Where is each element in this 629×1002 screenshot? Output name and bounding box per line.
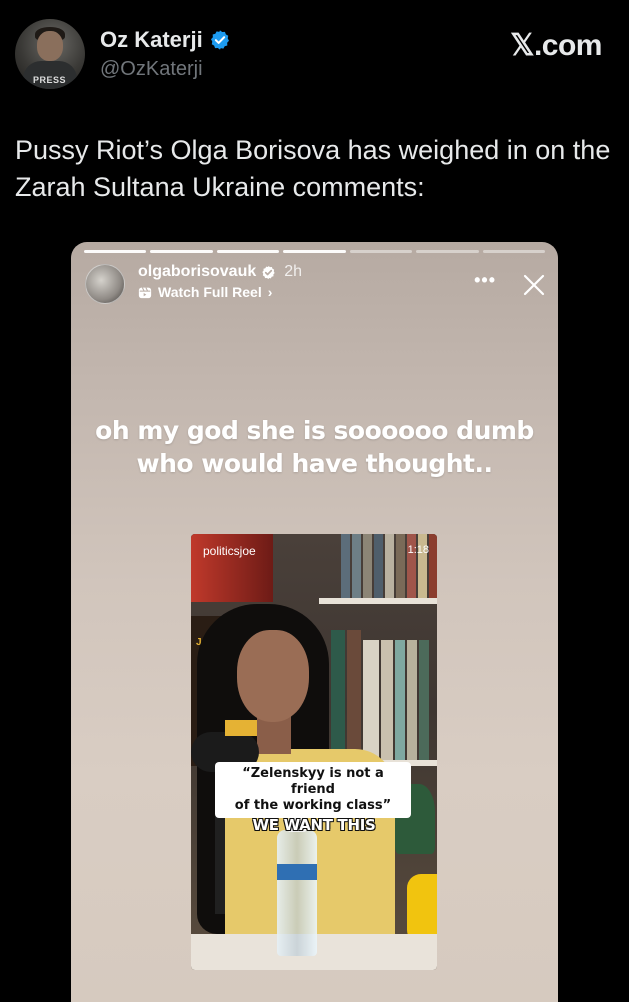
quote-caption: “Zelenskyy is not a friend of the workin… (215, 762, 411, 818)
embedded-video[interactable]: JOE politicsjoe 1:18 “Zelenskyy is not a… (191, 534, 437, 970)
avatar-press-badge: PRESS (33, 75, 67, 85)
progress-segment (150, 250, 213, 253)
speaker-face (237, 630, 309, 722)
video-source-handle: politicsjoe (203, 544, 256, 558)
progress-segment (216, 250, 280, 253)
author-display-name[interactable]: Oz Katerji (100, 27, 203, 53)
video-duration: 1:18 (407, 544, 429, 556)
story-caption-line: who would have thought.. (136, 449, 494, 478)
quote-line: of the working class” (234, 798, 392, 813)
author-handle[interactable]: @OzKaterji (100, 58, 203, 81)
story-progress-bar (84, 250, 545, 253)
reel-icon (138, 287, 152, 299)
story-username[interactable]: olgaborisovauk (138, 263, 256, 281)
more-dots-icon[interactable]: ••• (474, 270, 496, 291)
site-logo: 𝕏.com (510, 29, 602, 62)
progress-segment (84, 250, 147, 253)
tweet-text: Pussy Riot’s Olga Borisova has weighed i… (15, 132, 620, 206)
tweet-text-line: Pussy Riot’s Olga Borisova has weighed i… (15, 135, 611, 165)
progress-segment (482, 250, 545, 253)
shelf-board (319, 598, 437, 604)
close-icon[interactable] (522, 273, 546, 297)
chevron-right-icon: › (267, 284, 273, 300)
story-caption-line: oh my god she is soooooo dumb (95, 416, 534, 445)
story-avatar[interactable] (85, 264, 125, 304)
author-avatar[interactable]: PRESS (15, 19, 85, 89)
story-timestamp: 2h (284, 263, 303, 280)
avatar-face (37, 31, 63, 61)
water-bottle (277, 830, 317, 956)
tweet-text-line: Zarah Sultana Ukraine comments: (15, 172, 425, 202)
embedded-story-image[interactable]: olgaborisovauk 2h Watch Full Reel › ••• … (71, 242, 558, 1002)
bookshelf-bottom (331, 630, 429, 760)
water-bottle-label (277, 864, 317, 880)
progress-segment (416, 250, 479, 253)
author-name-row: Oz Katerji (100, 27, 231, 53)
story-verified-icon (262, 265, 275, 279)
progress-segment (283, 250, 346, 253)
verified-badge-icon (210, 30, 229, 50)
progress-segment (349, 250, 413, 253)
watch-full-reel-label: Watch Full Reel (158, 284, 262, 300)
story-caption: oh my god she is soooooo dumb who would … (71, 414, 558, 480)
mic-flag (225, 720, 257, 736)
quote-line: “Zelenskyy is not a friend (242, 766, 384, 797)
video-overlay-text: WE WANT THIS (252, 816, 376, 834)
watch-full-reel-link[interactable]: Watch Full Reel › (138, 284, 272, 300)
story-user-row: olgaborisovauk 2h (138, 263, 302, 281)
